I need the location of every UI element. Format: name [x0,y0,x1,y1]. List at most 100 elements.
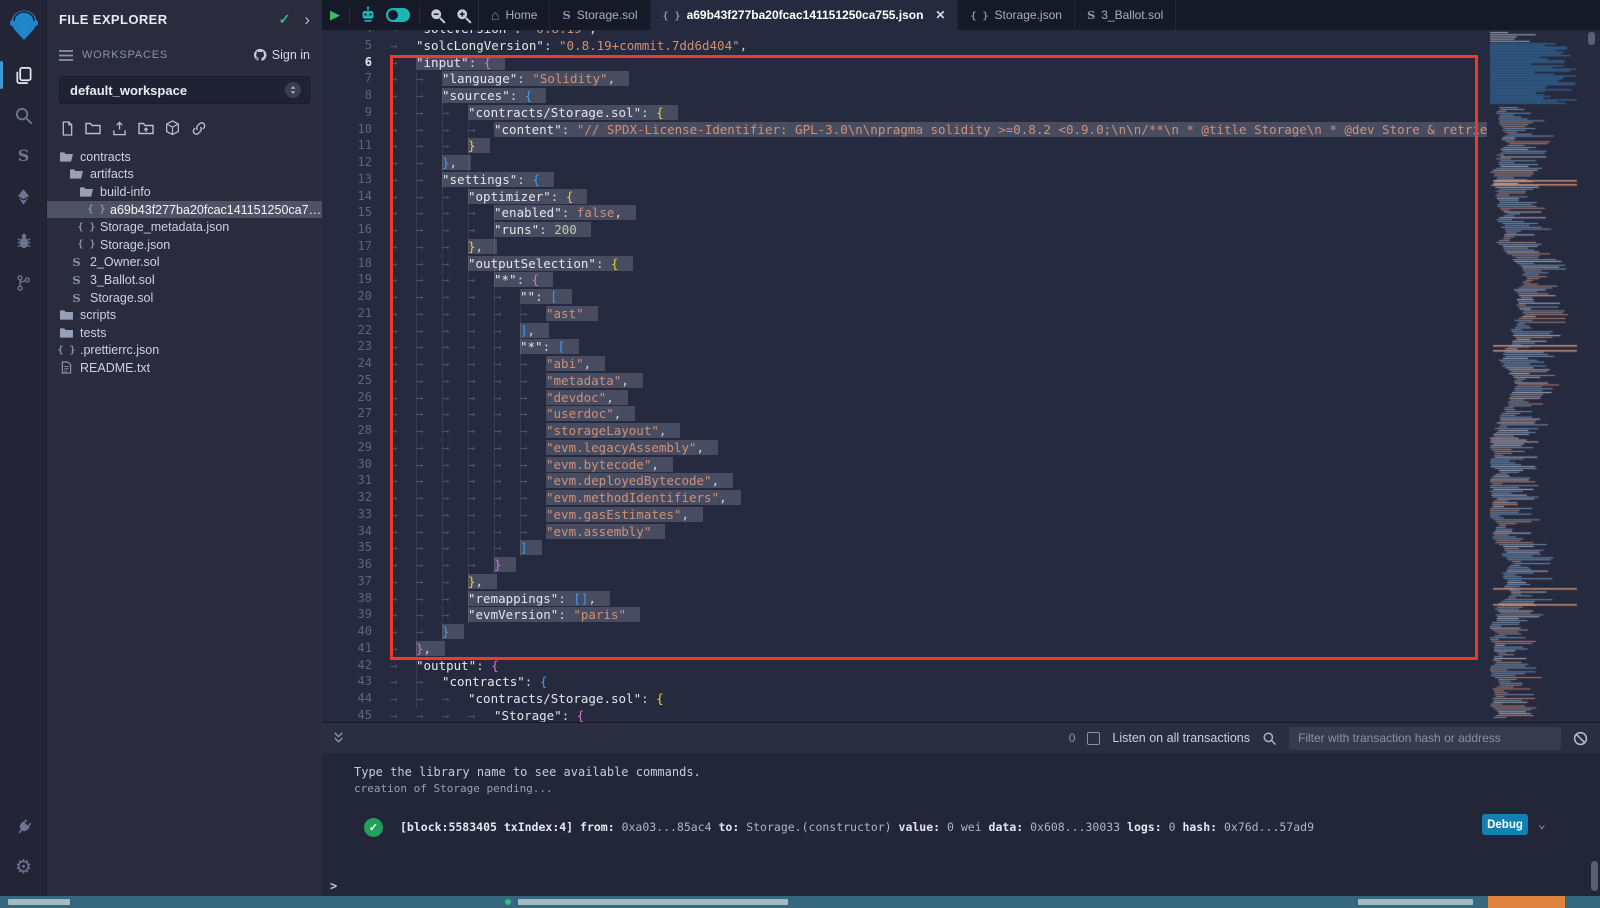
code-line[interactable]: →→→→→→"evm.deployedBytecode", [390,473,1487,490]
solidity-compiler-icon[interactable]: S [0,138,47,172]
code-line[interactable]: →→"contracts": { [390,674,1487,691]
remixd-robot-icon[interactable] [359,6,377,24]
code-line[interactable]: →}, [390,641,1487,658]
code-line[interactable]: →→→→→"*": [ [390,339,1487,356]
tab-Storage.json[interactable]: { }Storage.json [958,0,1074,30]
workspaces-menu-icon[interactable] [59,50,73,61]
file-tree-item[interactable]: S2_Owner.sol [47,254,322,272]
close-tab-icon[interactable]: ✕ [935,8,945,22]
workspace-selector[interactable]: default_workspace [59,76,310,104]
editor-code-pane[interactable]: →"solcVersion": "0.8.19",→"solcLongVersi… [390,30,1487,722]
code-line[interactable]: →→→"evmVersion": "paris" [390,607,1487,624]
code-line[interactable]: →→→→→"": [ [390,289,1487,306]
code-editor[interactable]: 4567891011121314151617181920212223242526… [322,30,1600,722]
debugger-icon[interactable] [0,224,47,258]
code-line[interactable]: →"output": { [390,658,1487,675]
code-line[interactable]: →→→→→→"evm.assembly" [390,524,1487,541]
code-line[interactable]: →→→"outputSelection": { [390,256,1487,273]
create-file-icon[interactable] [61,121,74,136]
tab-Storage.sol[interactable]: SStorage.sol [550,0,650,30]
debug-button[interactable]: Debug [1482,814,1528,835]
code-line[interactable]: →→→→→→"ast" [390,306,1487,323]
theme-toggle[interactable] [386,8,410,22]
remix-logo-icon[interactable] [4,6,43,46]
file-tree-item[interactable]: { }Storage.json [47,236,322,254]
code-line[interactable]: →→→→} [390,557,1487,574]
tx-expand-caret-icon[interactable]: ⌄ [1538,817,1546,832]
run-script-button[interactable]: ▶ [330,7,340,23]
panel-expand-chevron-icon[interactable]: › [304,11,310,28]
editor-minimap[interactable] [1488,30,1580,722]
plugin-manager-icon[interactable] [0,810,47,844]
code-line[interactable]: →→→}, [390,239,1487,256]
zoom-out-icon[interactable] [429,7,446,24]
tab-a69b43f277ba20fcac141151250ca755.json[interactable]: { }a69b43f277ba20fcac141151250ca755.json… [651,0,959,30]
editor-scrollbar-thumb[interactable] [1588,32,1595,45]
status-alert-segment[interactable] [1488,896,1565,908]
file-tree-item[interactable]: S3_Ballot.sol [47,271,322,289]
terminal-scrollbar-thumb[interactable] [1591,861,1598,891]
code-line[interactable]: →→→→→→"storageLayout", [390,423,1487,440]
file-tree-item[interactable]: README.txt [47,359,322,377]
terminal-search-icon[interactable] [1262,731,1277,746]
deploy-and-run-icon[interactable] [0,180,47,214]
file-explorer-icon[interactable] [0,58,47,92]
code-line[interactable]: →→→"remappings": [], [390,591,1487,608]
code-line[interactable]: →→"sources": { [390,88,1487,105]
transaction-filter-input[interactable] [1289,727,1561,750]
code-line[interactable]: →→→→"content": "// SPDX-License-Identifi… [390,122,1487,139]
code-line[interactable]: →→"settings": { [390,172,1487,189]
code-line[interactable]: →→→→→→"evm.methodIdentifiers", [390,490,1487,507]
workspace-ok-check-icon[interactable]: ✓ [279,11,291,28]
code-line[interactable]: →→→→"enabled": false, [390,205,1487,222]
listen-all-checkbox[interactable] [1087,732,1100,745]
code-line[interactable]: →→"language": "Solidity", [390,71,1487,88]
code-line[interactable]: →→→"optimizer": { [390,189,1487,206]
code-line[interactable]: →→→→→→"userdoc", [390,406,1487,423]
code-line[interactable]: →→→→"runs": 200 [390,222,1487,239]
clear-console-icon[interactable] [1573,731,1588,746]
code-line[interactable]: →→}, [390,155,1487,172]
file-tree-item[interactable]: scripts [47,306,322,324]
file-tree-item[interactable]: { }Storage_metadata.json [47,218,322,236]
code-line[interactable]: →→→"contracts/Storage.sol": { [390,691,1487,708]
file-tree-item[interactable]: { }a69b43f277ba20fcac141151250ca755.json [47,201,322,219]
file-tree-item[interactable]: { }.prettierrc.json [47,342,322,360]
publish-ipfs-icon[interactable] [165,120,180,136]
tab-Home[interactable]: ⌂Home [479,0,550,30]
code-line[interactable]: →→→→→→"evm.gasEstimates", [390,507,1487,524]
code-line[interactable]: →→→→→→"devdoc", [390,390,1487,407]
code-line[interactable]: →→→} [390,138,1487,155]
code-line[interactable]: →→→→→] [390,540,1487,557]
settings-gear-icon[interactable]: ⚙ [0,850,47,884]
git-icon[interactable] [0,266,47,300]
code-line[interactable]: →→→→→→"evm.legacyAssembly", [390,440,1487,457]
file-tree-item[interactable]: tests [47,324,322,342]
code-line[interactable]: →"input": { [390,55,1487,72]
link-external-icon[interactable] [191,121,207,136]
code-line[interactable]: →→→→"Storage": { [390,708,1487,722]
terminal-body[interactable]: Type the library name to see available c… [322,753,1600,897]
code-line[interactable]: →→→→→], [390,323,1487,340]
code-line[interactable]: →→→→→→"metadata", [390,373,1487,390]
code-line[interactable]: →"solcLongVersion": "0.8.19+commit.7dd6d… [390,38,1487,55]
code-line[interactable]: →→→"contracts/Storage.sol": { [390,105,1487,122]
tab-3_Ballot.sol[interactable]: S3_Ballot.sol [1075,0,1176,30]
code-line[interactable]: →→} [390,624,1487,641]
file-tree-item[interactable]: artifacts [47,166,322,184]
file-tree-item[interactable]: SStorage.sol [47,289,322,307]
create-folder-icon[interactable] [85,121,101,135]
transaction-log-row[interactable]: ✓ [block:5583405 txIndex:4] from: 0xa03.… [322,815,1600,843]
code-line[interactable]: →→→→→→"abi", [390,356,1487,373]
upload-folder-icon[interactable] [138,121,154,135]
code-line[interactable]: →→→→→→"evm.bytecode", [390,457,1487,474]
code-line[interactable]: →→→}, [390,574,1487,591]
code-line[interactable]: →→→→"*": { [390,272,1487,289]
file-tree-item[interactable]: contracts [47,148,322,166]
zoom-in-icon[interactable] [455,7,472,24]
sign-in-button[interactable]: Sign in [253,48,310,62]
code-line[interactable]: →"solcVersion": "0.8.19", [390,30,1487,38]
terminal-collapse-icon[interactable] [332,731,345,745]
upload-file-icon[interactable] [112,121,127,136]
search-icon[interactable] [0,98,47,132]
